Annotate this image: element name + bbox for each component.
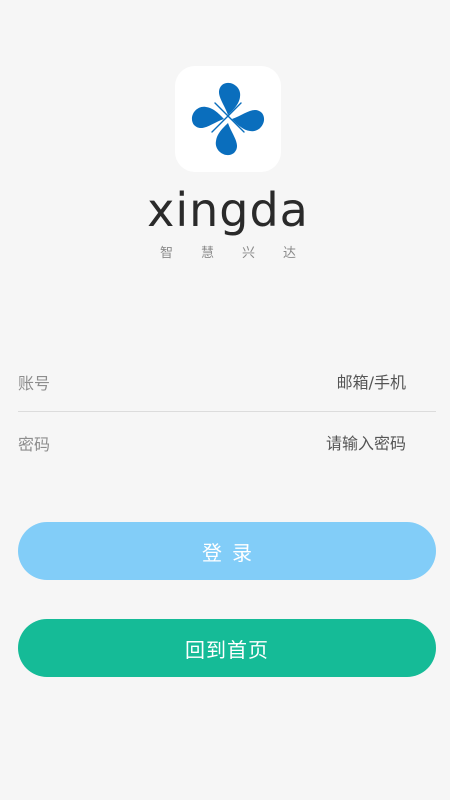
password-input[interactable] bbox=[206, 433, 436, 453]
app-logo bbox=[175, 66, 281, 172]
account-input[interactable] bbox=[206, 372, 436, 392]
password-row: 密码 bbox=[18, 414, 436, 472]
account-row: 账号 bbox=[18, 353, 436, 412]
login-button[interactable]: 登录 bbox=[18, 522, 436, 580]
back-to-home-button[interactable]: 回到首页 bbox=[18, 619, 436, 677]
xingda-clover-logo-icon bbox=[191, 82, 265, 156]
password-label: 密码 bbox=[18, 435, 51, 454]
brand-name: xingda bbox=[147, 183, 309, 237]
account-label: 账号 bbox=[18, 374, 51, 393]
brand-tagline: 智慧兴达 bbox=[159, 246, 324, 261]
